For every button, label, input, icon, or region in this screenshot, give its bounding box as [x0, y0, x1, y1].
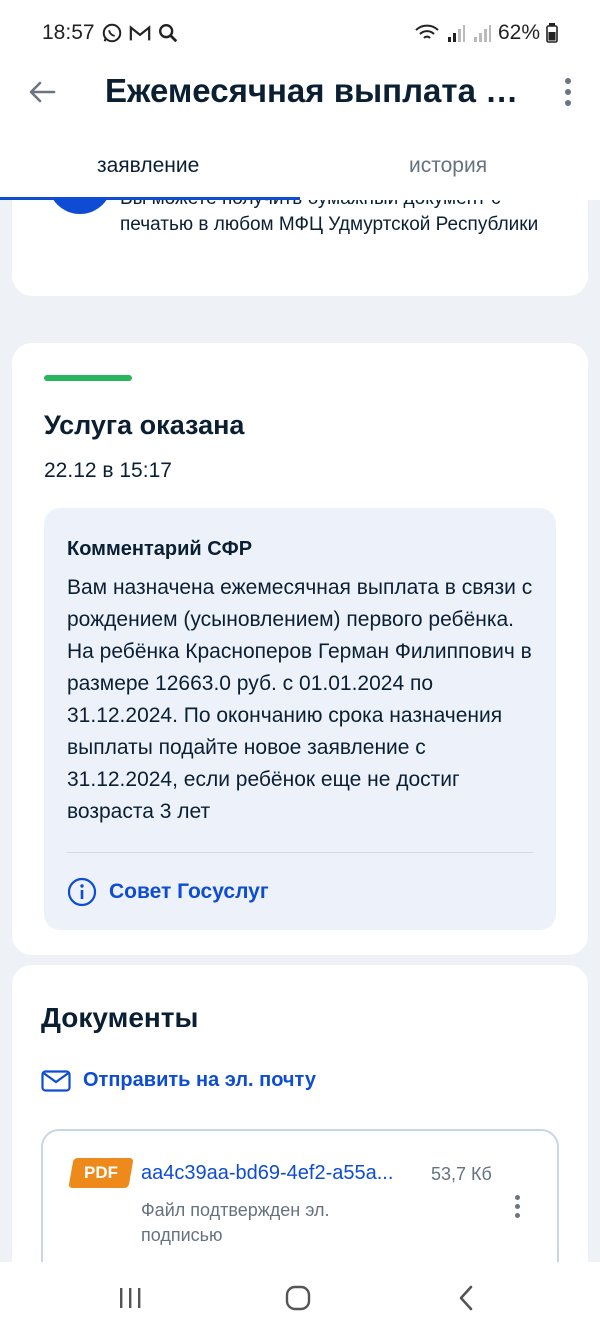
file-name-link[interactable]: aa4c39aa-bd69-4ef2-a55a... [141, 1162, 421, 1185]
send-email-label: Отправить на эл. почту [83, 1069, 316, 1091]
status-title: Услуга оказана [44, 410, 245, 440]
back-button[interactable] [24, 70, 60, 114]
arrow-left-icon [29, 81, 56, 103]
tab-application[interactable]: заявление [97, 154, 199, 178]
divider [67, 852, 533, 853]
comment-heading: Комментарий СФР [67, 538, 253, 560]
status-time: 18:57 [42, 21, 95, 44]
gosuslugi-tip-link[interactable]: Совет Госуслуг [67, 877, 269, 907]
signal-icon-2 [472, 23, 492, 43]
status-indicator-bar [44, 375, 132, 381]
content-scroll[interactable]: Вы можете получить бумажный документ с п… [0, 200, 600, 1262]
file-signature-note: Файл подтвержден эл. подписью [141, 1200, 330, 1245]
whatsapp-icon [101, 22, 123, 44]
battery-percent: 62% [497, 21, 540, 44]
app-bar: Ежемесячная выплата пр... [0, 66, 600, 118]
mfc-icon [48, 200, 112, 214]
more-dot-icon [514, 1194, 520, 1200]
file-more-button[interactable] [507, 1189, 527, 1223]
signal-icon-1 [446, 23, 466, 43]
page-title: Ежемесячная выплата пр... [105, 72, 533, 109]
documents-title: Документы [41, 1002, 199, 1033]
search-status-icon [157, 22, 179, 44]
tab-bar: заявление история [0, 118, 600, 200]
comment-box: Комментарий СФР Вам назначена ежемесячна… [44, 508, 556, 930]
send-email-link[interactable]: Отправить на эл. почту [41, 1069, 316, 1092]
file-item[interactable]: PDF aa4c39aa-bd69-4ef2-a55a... 53,7 Кб Ф… [41, 1129, 559, 1262]
more-options-button[interactable] [554, 70, 582, 114]
mfc-text: Вы можете получить бумажный документ с п… [120, 200, 539, 235]
more-dot-icon [514, 1212, 520, 1218]
comment-body: Вам назначена ежемесячная выплата в связ… [67, 576, 533, 823]
more-dot-icon [565, 100, 571, 106]
recent-apps-button[interactable] [110, 1282, 150, 1314]
system-back-button[interactable] [446, 1282, 486, 1314]
system-nav-bar [0, 1262, 600, 1332]
mfc-card: Вы можете получить бумажный документ с п… [12, 200, 588, 296]
pdf-icon: PDF [68, 1158, 134, 1188]
home-button[interactable] [278, 1282, 318, 1314]
file-type-label: PDF [84, 1163, 118, 1182]
documents-card: Документы Отправить на эл. почту PDF aa4… [12, 965, 588, 1262]
tip-label: Совет Госуслуг [109, 880, 269, 903]
status-right: 62% [414, 21, 558, 45]
more-dot-icon [565, 78, 571, 84]
recent-apps-icon [120, 1288, 141, 1308]
info-icon [67, 877, 97, 907]
more-dot-icon [514, 1203, 520, 1209]
gmail-icon [129, 24, 151, 42]
home-icon [285, 1285, 311, 1311]
tab-history[interactable]: история [409, 154, 487, 178]
battery-icon [546, 23, 558, 43]
wifi-icon [414, 23, 440, 43]
mail-icon [41, 1069, 71, 1092]
status-date: 22.12 в 15:17 [44, 459, 172, 482]
file-size: 53,7 Кб [431, 1164, 492, 1184]
status-card: Услуга оказана 22.12 в 15:17 Комментарий… [12, 343, 588, 955]
more-dot-icon [565, 89, 571, 95]
chevron-left-icon [459, 1285, 473, 1311]
status-bar: 18:57 62% [0, 0, 600, 66]
status-left: 18:57 [42, 21, 179, 45]
